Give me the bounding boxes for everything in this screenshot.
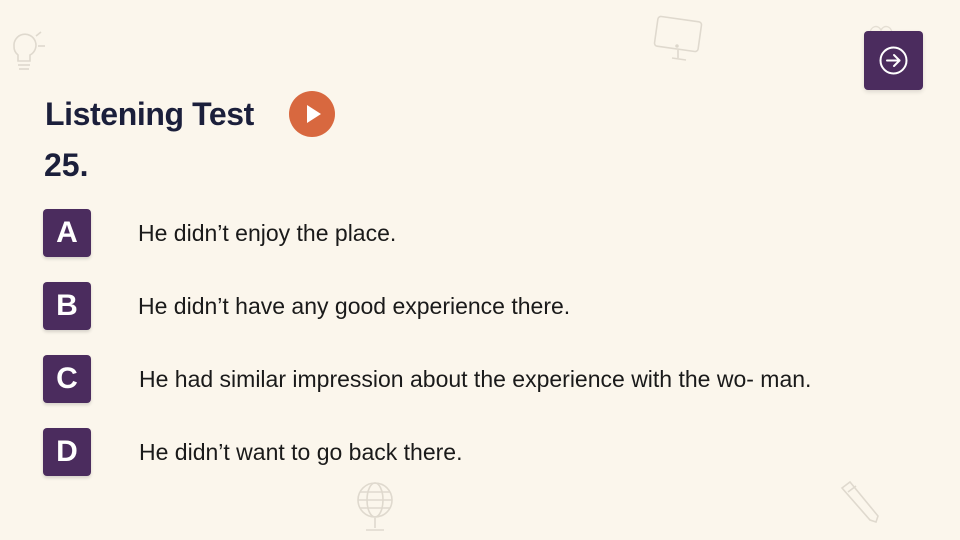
option-letter-badge: D bbox=[43, 428, 91, 476]
option-letter-badge: B bbox=[43, 282, 91, 330]
option-b[interactable]: B He didn’t have any good experience the… bbox=[43, 282, 913, 330]
next-button[interactable] bbox=[864, 31, 923, 90]
arrow-right-circle-icon bbox=[879, 46, 908, 75]
monitor-icon bbox=[650, 14, 706, 64]
option-letter-badge: A bbox=[43, 209, 91, 257]
option-text: He had similar impression about the expe… bbox=[139, 365, 812, 392]
option-d[interactable]: D He didn’t want to go back there. bbox=[43, 428, 913, 476]
option-c[interactable]: C He had similar impression about the ex… bbox=[43, 355, 913, 403]
slide: Listening Test 25. A He didn’t enjoy the… bbox=[0, 0, 960, 540]
pencil-icon bbox=[836, 478, 882, 524]
option-a[interactable]: A He didn’t enjoy the place. bbox=[43, 209, 913, 257]
lightbulb-icon bbox=[0, 22, 48, 74]
option-text: He didn’t want to go back there. bbox=[139, 438, 463, 465]
question-number: 25. bbox=[44, 147, 89, 183]
option-text: He didn’t enjoy the place. bbox=[138, 219, 397, 246]
page-title: Listening Test bbox=[45, 96, 254, 132]
option-letter-badge: C bbox=[43, 355, 91, 403]
globe-icon bbox=[352, 478, 398, 538]
play-audio-button[interactable] bbox=[289, 91, 335, 137]
option-text: He didn’t have any good experience there… bbox=[138, 292, 571, 319]
play-icon bbox=[307, 105, 321, 123]
